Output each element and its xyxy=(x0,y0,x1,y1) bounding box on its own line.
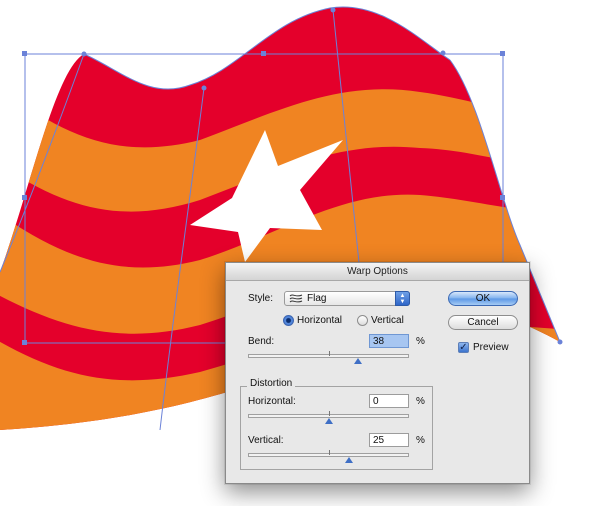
horizontal-radio-label[interactable]: Horizontal xyxy=(297,315,342,326)
bend-input[interactable] xyxy=(369,334,409,348)
distortion-vertical-slider-thumb[interactable] xyxy=(345,457,353,463)
dialog-title[interactable]: Warp Options xyxy=(226,263,529,281)
cancel-button[interactable]: Cancel xyxy=(448,315,518,330)
dropdown-arrows-icon[interactable]: ▲ ▼ xyxy=(395,291,410,306)
distortion-group-title: Distortion xyxy=(247,378,296,389)
distortion-horizontal-unit: % xyxy=(416,396,425,407)
distortion-vertical-center-tick xyxy=(329,450,330,455)
distortion-horizontal-slider-thumb[interactable] xyxy=(325,418,333,424)
style-label: Style: xyxy=(248,293,274,304)
distortion-horizontal-input[interactable] xyxy=(369,394,409,408)
horizontal-radio[interactable] xyxy=(283,315,294,326)
style-value: Flag xyxy=(307,293,327,304)
style-dropdown[interactable]: Flag ▲ ▼ xyxy=(284,291,410,306)
distortion-horizontal-center-tick xyxy=(329,411,330,416)
distortion-vertical-input[interactable] xyxy=(369,433,409,447)
distortion-vertical-unit: % xyxy=(416,435,425,446)
bend-unit: % xyxy=(416,336,425,347)
bend-label: Bend: xyxy=(248,336,275,347)
ok-button[interactable]: OK xyxy=(448,291,518,306)
vertical-radio-label[interactable]: Vertical xyxy=(371,315,404,326)
preview-label[interactable]: Preview xyxy=(473,342,509,353)
distortion-horizontal-label: Horizontal: xyxy=(248,396,296,407)
vertical-radio[interactable] xyxy=(357,315,368,326)
bend-slider-center-tick xyxy=(329,351,330,356)
warp-options-dialog: Warp Options Style: Flag ▲ ▼ Horizontal V… xyxy=(225,262,530,484)
distortion-vertical-label: Vertical: xyxy=(248,435,284,446)
bend-slider-thumb[interactable] xyxy=(354,358,362,364)
flag-warp-icon xyxy=(289,294,303,303)
preview-checkbox[interactable]: ✓ xyxy=(458,342,469,353)
